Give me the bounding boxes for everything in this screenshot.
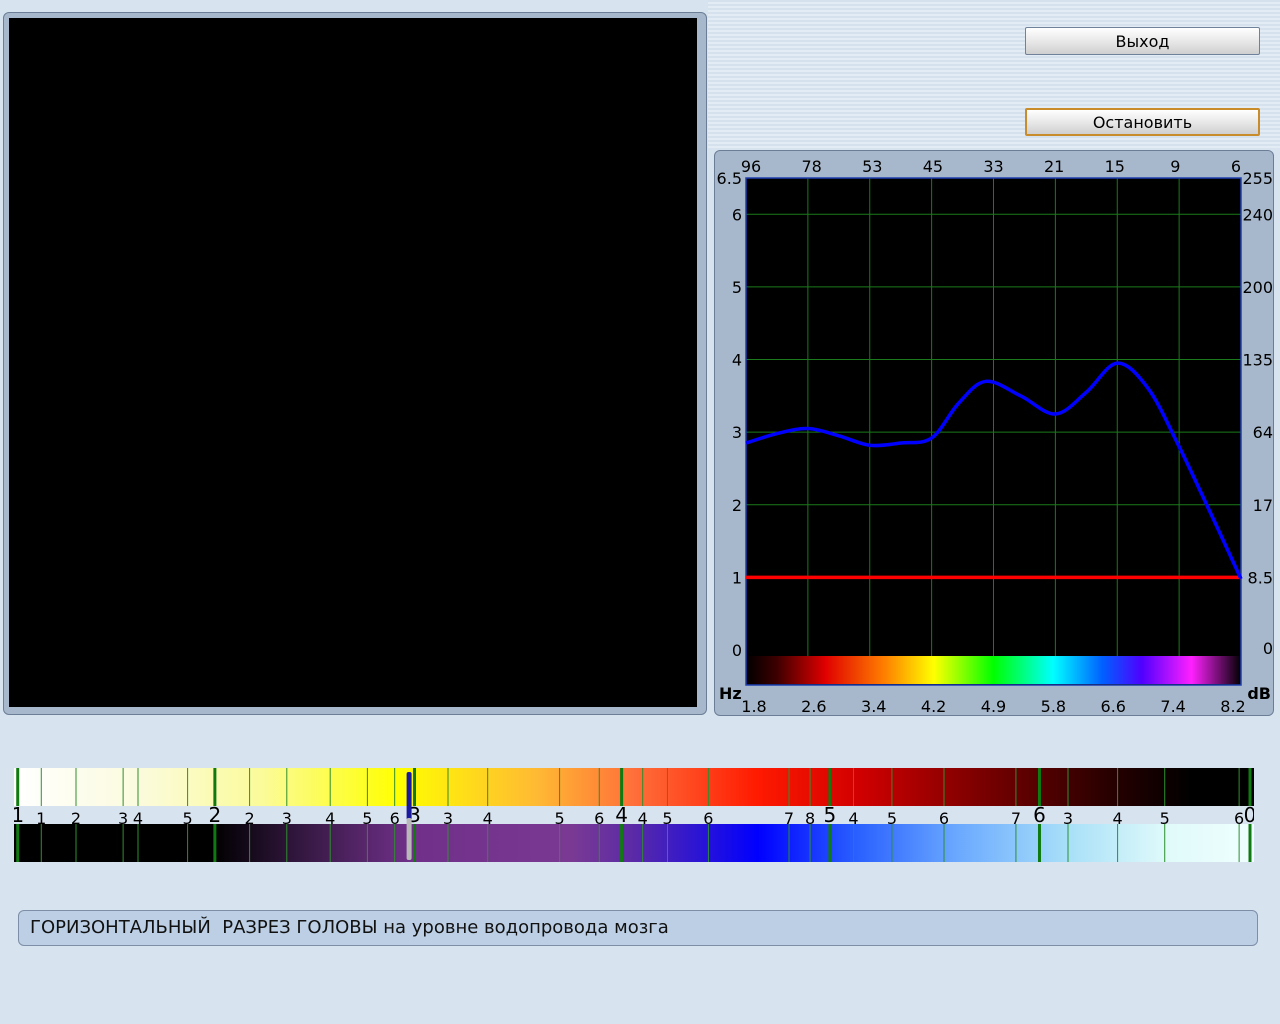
- bottom-tick-label: 4.2: [921, 697, 946, 716]
- bottom-tick-label: 2.6: [801, 697, 826, 716]
- scale-tick-label: 6: [939, 809, 949, 828]
- scale-tick-label: 7: [784, 809, 794, 828]
- scale-tick-label: 5: [362, 809, 372, 828]
- scale-marker-top[interactable]: [406, 772, 412, 820]
- top-tick-label: 21: [1044, 157, 1064, 176]
- stop-button[interactable]: Остановить: [1025, 108, 1260, 136]
- bottom-tick-label: 6.6: [1101, 697, 1126, 716]
- scale-tick-label: 6: [594, 809, 604, 828]
- scale-tick-label: 2: [209, 803, 222, 827]
- scale-tick-label: 4: [483, 809, 493, 828]
- bottom-tick-label: 3.4: [861, 697, 886, 716]
- right-tick-label: 200: [1242, 278, 1273, 297]
- scale-tick-label: 4: [1113, 809, 1123, 828]
- top-tick-label: 15: [1105, 157, 1125, 176]
- scale-tick-label: 3: [282, 809, 292, 828]
- scale-tick-label: 2: [71, 809, 81, 828]
- top-tick-label: 96: [741, 157, 761, 176]
- right-tick-label: 135: [1242, 351, 1273, 370]
- scale-tick-label: 6: [703, 809, 713, 828]
- bottom-tick-label: 4.9: [981, 697, 1006, 716]
- scale-tick-label: 1: [36, 809, 46, 828]
- right-tick-label: 64: [1253, 423, 1273, 442]
- right-tick-label: 8.5: [1248, 568, 1273, 587]
- top-tick-label: 45: [923, 157, 943, 176]
- right-tick-label: 17: [1253, 496, 1273, 515]
- scale-tick-label: 5: [662, 809, 672, 828]
- left-tick-label: 1: [732, 568, 742, 587]
- scale-tick-label: 5: [887, 809, 897, 828]
- spectrum-color-strip: [746, 656, 1241, 684]
- right-tick-label: 240: [1242, 205, 1273, 224]
- scale-tick-label: 2: [245, 809, 255, 828]
- scale-tick-label: 4: [638, 809, 648, 828]
- scale-tick-label: 4: [615, 803, 628, 827]
- bottom-tick-label: 5.8: [1041, 697, 1066, 716]
- image-viewer[interactable]: [9, 18, 697, 707]
- bottom-tick-label: 7.4: [1160, 697, 1185, 716]
- left-tick-label: 3: [732, 423, 742, 442]
- left-tick-label: 4: [732, 351, 742, 370]
- image-viewer-frame: [3, 12, 707, 715]
- left-tick-label: 5: [732, 278, 742, 297]
- scale-tick-label: 3: [443, 809, 453, 828]
- scale-tick-label: 5: [1160, 809, 1170, 828]
- scale-tick-label: 8: [805, 809, 815, 828]
- scale-tick-label: 4: [133, 809, 143, 828]
- left-tick-label: 2: [732, 496, 742, 515]
- spectrum-chart-panel: 96 78 53 45 33 21 15 9 6 1.8 2.6 3.4 4.2 4.9 5.8 6.6 7.4…: [714, 150, 1274, 716]
- scale-tick-label: 4: [848, 809, 858, 828]
- scale-tick-label: 3: [118, 809, 128, 828]
- image-caption: ГОРИЗОНТАЛЬНЫЙ РАЗРЕЗ ГОЛОВЫ на уровне в…: [18, 910, 1258, 946]
- right-tick-label: 255: [1242, 169, 1273, 188]
- right-tick-label: 0: [1263, 639, 1273, 658]
- right-axis-unit-label: dB: [1247, 684, 1271, 703]
- bottom-tick-label: 8.2: [1220, 697, 1245, 716]
- scale-tick-label: 1: [14, 803, 24, 827]
- x-axis-unit-label: Hz: [719, 684, 742, 703]
- spectrum-chart: 96 78 53 45 33 21 15 9 61.8 2.6 3.4 4.2 4.9 5.8 6.6 7.4…: [717, 157, 1273, 716]
- top-tick-label: 6: [1231, 157, 1241, 176]
- top-tick-label: 33: [983, 157, 1003, 176]
- scale-tick-label: 5: [183, 809, 193, 828]
- scale-tick-label: 4: [325, 809, 335, 828]
- left-tick-label: 6: [732, 205, 742, 224]
- scale-tick-label: 7: [1011, 809, 1021, 828]
- exit-button[interactable]: Выход: [1025, 27, 1260, 55]
- top-tick-label: 9: [1170, 157, 1180, 176]
- scale-tick-label: 5: [824, 803, 837, 827]
- left-tick-label: 0: [732, 641, 742, 660]
- top-tick-label: 53: [862, 157, 882, 176]
- scale-tick-label: 5: [555, 809, 565, 828]
- bottom-tick-label: 1.8: [741, 697, 766, 716]
- color-scale-bars: 1123452234563345644567854567634560: [14, 768, 1254, 862]
- scale-tick-label: 6: [1033, 803, 1046, 827]
- scale-tick-label: 3: [1063, 809, 1073, 828]
- left-tick-label: 6.5: [717, 169, 742, 188]
- scale-marker-bottom[interactable]: [406, 818, 412, 860]
- scale-tick-label: 0: [1244, 803, 1254, 827]
- top-tick-label: 78: [801, 157, 821, 176]
- scale-tick-label: 6: [390, 809, 400, 828]
